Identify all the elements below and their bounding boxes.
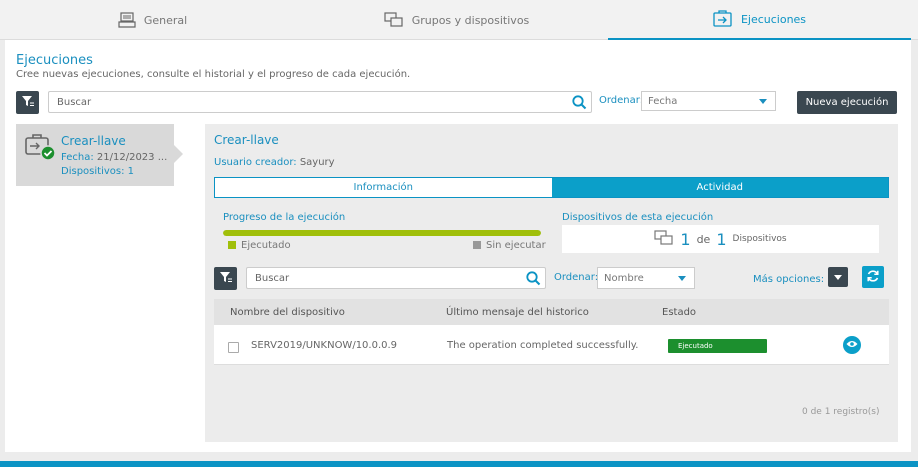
page-title: Ejecuciones [16,53,93,68]
tab-groups-devices[interactable]: Grupos y dispositivos [305,0,608,40]
more-options-button[interactable] [828,267,848,287]
devices-total-count: 1 [716,229,727,249]
detail-order-value: Nombre [604,272,644,284]
execution-icon [713,10,733,28]
chevron-down-icon [834,274,842,280]
eye-icon [846,340,858,351]
execution-date: Fecha: 21/12/2023 ... [61,152,168,163]
creator-info: Usuario creador: Sayury [214,157,335,168]
more-options-label: Más opciones: [753,274,825,285]
tab-general-label: General [143,13,188,27]
devices-count-box: 1 de 1 Dispositivos [562,225,879,253]
refresh-button[interactable] [862,266,884,288]
tab-executions-label: Ejecuciones [740,12,807,26]
search-input[interactable] [57,96,591,108]
executed-swatch [228,241,236,249]
tab-executions[interactable]: Ejecuciones [608,0,911,40]
computers-icon [384,12,404,28]
briefcase-check-icon [24,132,58,165]
execution-devices: Dispositivos: 1 [61,166,135,177]
chevron-down-icon [759,99,767,104]
toggle-activity[interactable]: Actividad [551,178,888,197]
progress-bar-fill [223,230,541,236]
column-last-message[interactable]: Último mensaje del historico [446,307,589,318]
records-count: 0 de 1 registro(s) [802,407,880,417]
table-row[interactable]: SERV2019/UNKNOW/10.0.0.9 The operation c… [214,325,889,365]
detail-order-label: Ordenar: [554,272,599,283]
progress-bar [223,230,541,236]
search-icon[interactable] [572,95,587,113]
page-subtitle: Cree nuevas ejecuciones, consulte el his… [16,69,411,80]
top-tabs: General Grupos y dispositivos Ejecucione… [0,0,918,40]
progress-label: Progreso de la ejecución [223,212,346,223]
legend-executed: Ejecutado [228,240,291,251]
info-activity-toggle: Información Actividad [214,177,889,198]
detail-search-input[interactable] [255,272,545,284]
bottom-accent-bar [0,461,918,467]
view-details-button[interactable] [843,336,861,354]
detail-filter-button[interactable] [214,267,237,290]
detail-search-bar [246,267,546,289]
row-checkbox[interactable] [228,342,239,353]
refresh-icon [866,269,880,286]
order-select[interactable]: Fecha [641,91,776,111]
detail-title: Crear-llave [214,133,279,147]
row-message: The operation completed successfully. [447,340,639,351]
column-status[interactable]: Estado [662,307,696,318]
new-execution-button[interactable]: Nueva ejecución [797,91,897,114]
table-header: Nombre del dispositivo Último mensaje de… [214,299,889,325]
search-bar [48,91,592,113]
tab-general[interactable]: General [0,0,305,40]
search-icon[interactable] [526,271,541,289]
tab-groups-label: Grupos y dispositivos [411,13,530,27]
status-badge: Ejecutado [668,339,767,353]
pending-swatch [473,241,481,249]
devices-label: Dispositivos de esta ejecución [562,212,714,223]
order-label: Ordenar: [599,95,644,106]
devices-of: de [696,232,711,246]
legend-pending: Sin ejecutar [473,240,546,251]
execution-name: Crear-llave [61,134,126,148]
detail-order-select[interactable]: Nombre [597,267,695,289]
devices-unit: Dispositivos [732,234,787,244]
order-select-value: Fecha [648,95,678,107]
chevron-down-icon [678,276,686,281]
computers-icon [654,229,674,249]
execution-list-item[interactable]: Crear-llave Fecha: 21/12/2023 ... Dispos… [16,124,174,186]
row-device-name: SERV2019/UNKNOW/10.0.0.9 [251,340,398,351]
column-device-name[interactable]: Nombre del dispositivo [230,307,345,318]
tray-icon [118,12,136,28]
selection-arrow [174,145,183,163]
filter-icon [21,94,35,111]
toggle-information[interactable]: Información [215,178,552,197]
filter-button[interactable] [16,91,39,114]
filter-icon [219,270,233,287]
devices-executed-count: 1 [680,229,691,249]
